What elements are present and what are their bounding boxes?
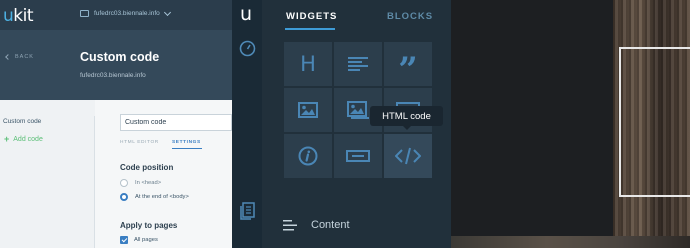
page-subtitle: fufedrc03.biennale.info xyxy=(80,72,146,79)
button-icon xyxy=(346,150,370,162)
code-list-item[interactable]: Custom code xyxy=(3,118,41,125)
add-code-button[interactable]: + Add code xyxy=(4,134,43,144)
radio-in-head[interactable]: In <head> xyxy=(120,179,161,187)
page-title: Custom code xyxy=(80,50,160,64)
text-icon xyxy=(348,57,368,71)
chevron-down-icon xyxy=(163,8,171,16)
image-widget[interactable] xyxy=(284,88,332,132)
radio-button-selected[interactable] xyxy=(120,193,128,201)
code-list: Custom code + Add code xyxy=(0,100,95,248)
back-label: BACK xyxy=(15,54,34,60)
heading-widget[interactable]: H xyxy=(284,42,332,86)
content-label: Content xyxy=(311,219,350,231)
content-section[interactable]: Content xyxy=(283,219,350,231)
text-widget[interactable] xyxy=(334,42,382,86)
heading-icon: H xyxy=(300,52,316,76)
checkbox-checked[interactable] xyxy=(120,236,128,244)
code-settings-panel: ukit fufedrc03.biennale.info BACK Custom… xyxy=(0,0,232,248)
page-canvas[interactable] xyxy=(451,0,690,248)
checkbox-label: All pages xyxy=(134,237,158,243)
active-tab-indicator xyxy=(172,148,202,149)
photo-strip xyxy=(451,236,690,248)
pages-icon[interactable] xyxy=(239,202,256,220)
divider xyxy=(94,116,95,248)
all-pages-checkbox-row[interactable]: All pages xyxy=(120,236,158,244)
tab-widgets[interactable]: WIDGETS xyxy=(286,11,337,22)
ukit-rail-logo[interactable]: u xyxy=(240,3,252,25)
image-text-icon xyxy=(347,101,369,119)
active-tab-indicator xyxy=(285,28,335,30)
editor-rail: u xyxy=(232,0,262,248)
info-icon xyxy=(298,146,318,166)
radio-end-of-body[interactable]: At the end of <body> xyxy=(120,193,189,201)
tab-html-editor[interactable]: HTML EDITOR xyxy=(120,140,159,145)
site-picker[interactable]: fufedrc03.biennale.info xyxy=(80,8,171,17)
chevron-left-icon xyxy=(5,54,11,60)
back-button[interactable]: BACK xyxy=(5,54,34,60)
image-icon xyxy=(298,102,318,118)
radio-label: In <head> xyxy=(135,180,162,186)
plus-icon: + xyxy=(4,134,10,144)
page-header: BACK Custom code fufedrc03.biennale.info xyxy=(0,30,232,100)
add-code-label: Add code xyxy=(13,135,43,143)
selection-frame xyxy=(619,47,690,197)
radio-label: At the end of <body> xyxy=(135,194,189,200)
html-code-widget[interactable] xyxy=(384,134,432,178)
quote-widget[interactable]: ” xyxy=(384,42,432,90)
button-widget[interactable] xyxy=(334,134,382,178)
ukit-logo[interactable]: ukit xyxy=(3,6,34,26)
site-name: fufedrc03.biennale.info xyxy=(94,10,160,17)
top-bar: ukit fufedrc03.biennale.info xyxy=(0,0,232,30)
editor-tabs: HTML EDITOR SETTINGS xyxy=(120,140,232,151)
html-code-icon xyxy=(395,147,421,165)
quote-icon: ” xyxy=(398,50,418,90)
apply-pages-heading: Apply to pages xyxy=(120,221,178,230)
list-icon xyxy=(283,219,297,230)
code-settings-form: HTML EDITOR SETTINGS Code position In <h… xyxy=(120,100,232,248)
radio-button[interactable] xyxy=(120,179,128,187)
speedometer-icon[interactable] xyxy=(239,40,256,57)
info-widget[interactable] xyxy=(284,134,332,178)
site-icon xyxy=(80,10,89,17)
tooltip: HTML code xyxy=(370,106,443,130)
code-name-input[interactable] xyxy=(120,114,232,131)
code-position-heading: Code position xyxy=(120,163,174,172)
tab-settings[interactable]: SETTINGS xyxy=(172,140,201,145)
tab-blocks[interactable]: BLOCKS xyxy=(387,11,433,22)
